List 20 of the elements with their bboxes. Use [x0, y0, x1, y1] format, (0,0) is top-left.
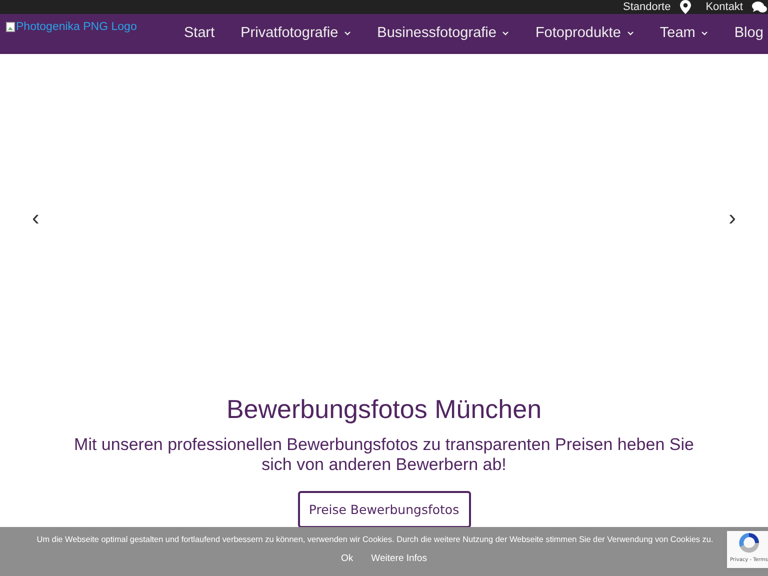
page-title: Bewerbungsfotos München: [225, 394, 543, 425]
broken-image-icon: [6, 22, 15, 32]
nav-link[interactable]: Privatfotografie: [240, 25, 352, 41]
cookie-notice: Um die Webseite optimal gestalten und fortlaufend verbessern zu können, verwenden wir Cookies. Durch die weitere Nutzung der Webseite stimmen Sie der Verwendung von Cookies zu.: [36, 535, 714, 544]
prices-button[interactable]: Preise Bewerbungsfotos: [298, 491, 470, 528]
top-link[interactable]: Kontakt: [706, 1, 743, 13]
nav-link[interactable]: Businessfotografie: [377, 25, 510, 41]
nav-link[interactable]: Start: [184, 25, 215, 41]
logo-image[interactable]: Photogenika PNG Logo: [6, 21, 156, 33]
previous-slide-button[interactable]: ‹: [30, 207, 42, 229]
nav-link[interactable]: Blog: [734, 25, 764, 41]
subtitle: Mit unseren professionellen Bewerbungsfotos zu transparenten Preisen heben Sie sich von anderen Bewerbern ab!: [74, 435, 694, 475]
nav-link[interactable]: Team: [660, 25, 708, 41]
logo-alt-text: Photogenika PNG Logo: [16, 21, 137, 33]
next-slide-button[interactable]: ›: [726, 207, 738, 229]
recaptcha-icon: [736, 531, 762, 555]
chat-bubbles-icon: [752, 0, 767, 14]
nav-link[interactable]: Fotoprodukte: [535, 25, 634, 41]
location-pin-icon: [680, 0, 691, 14]
top-link[interactable]: Standorte: [622, 1, 671, 13]
